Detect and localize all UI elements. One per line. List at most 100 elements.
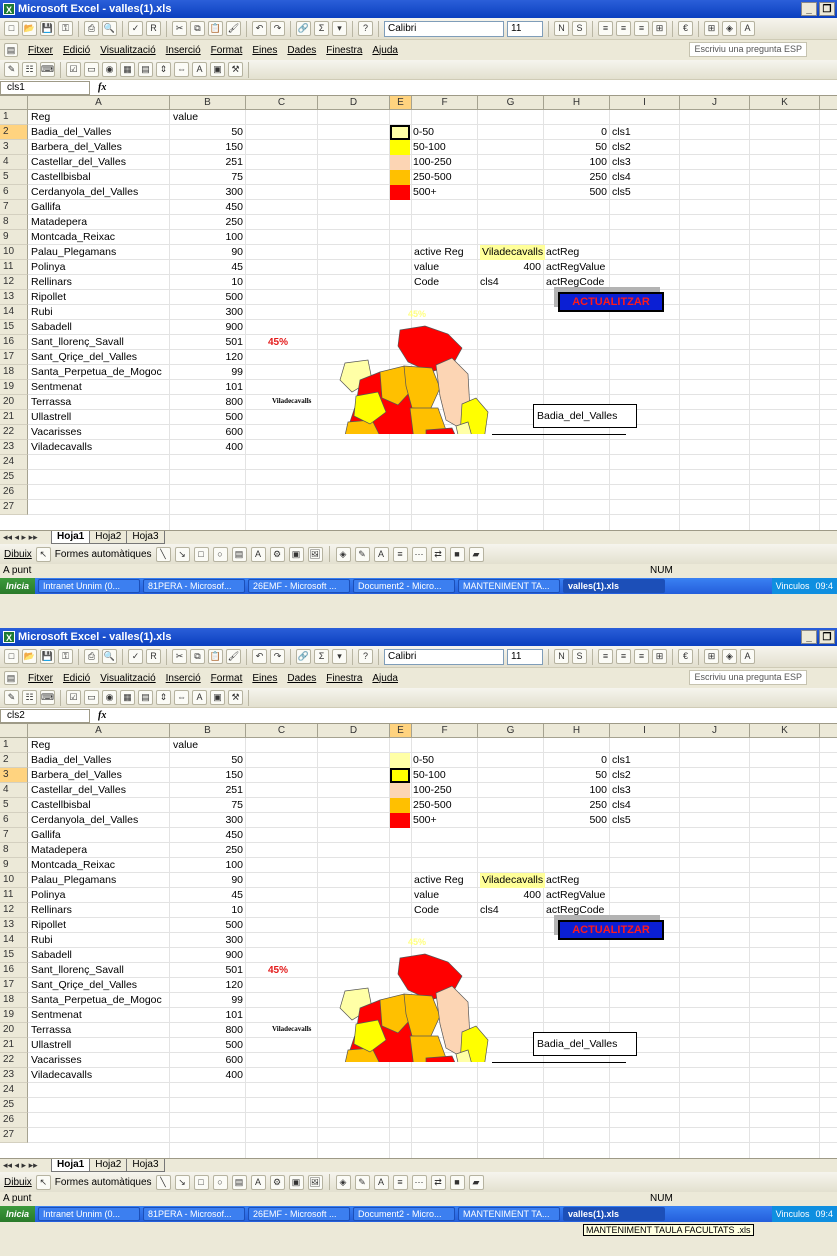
menu-item-inserció[interactable]: Inserció bbox=[166, 45, 201, 56]
legend-class-cell[interactable]: cls3 bbox=[612, 155, 631, 170]
region-value-cell[interactable]: 10 bbox=[170, 903, 246, 918]
region-value-cell[interactable]: 400 bbox=[170, 440, 246, 455]
arrow-style-icon[interactable]: ⇄ bbox=[430, 1174, 446, 1190]
align-center-icon[interactable]: ≡ bbox=[616, 21, 631, 36]
checkbox-control-icon[interactable]: ☑ bbox=[66, 690, 81, 705]
shadow-icon[interactable]: ■ bbox=[449, 1174, 465, 1190]
region-value-cell[interactable]: 50 bbox=[170, 125, 246, 140]
worksheet-grid[interactable]: ABCDEFGHIJKL1234567891011121314151617181… bbox=[0, 96, 837, 530]
tray-links[interactable]: Vinculos bbox=[776, 581, 810, 591]
region-name-cell[interactable]: Santa_Perpetua_de_Mogoc bbox=[31, 993, 162, 1008]
borders-icon[interactable]: ⊞ bbox=[704, 649, 719, 664]
menu-item-edició[interactable]: Edició bbox=[63, 45, 90, 56]
legend-class-cell[interactable]: cls1 bbox=[612, 125, 631, 140]
header-reg[interactable]: Reg bbox=[31, 738, 50, 753]
active-value-name[interactable]: actRegValue bbox=[546, 260, 605, 275]
taskbar-item[interactable]: valles(1).xls bbox=[563, 1207, 666, 1221]
start-button[interactable]: Inicia bbox=[0, 1206, 36, 1222]
region-name-cell[interactable]: Viladecavalls bbox=[31, 440, 92, 455]
region-name-cell[interactable]: Castellar_del_Valles bbox=[31, 783, 126, 798]
region-value-cell[interactable]: 100 bbox=[170, 230, 246, 245]
region-name-cell[interactable]: Gallifa bbox=[31, 200, 61, 215]
region-name-cell[interactable]: Terrassa bbox=[31, 395, 71, 410]
legend-range-cell[interactable]: 250-500 bbox=[413, 170, 452, 185]
oval-icon[interactable]: ○ bbox=[212, 546, 228, 562]
active-code-label[interactable]: Code bbox=[414, 275, 439, 290]
region-name-cell[interactable]: Badia_del_Valles bbox=[31, 753, 111, 768]
region-name-cell[interactable]: Terrassa bbox=[31, 1023, 71, 1038]
map-region-yellow-right[interactable] bbox=[459, 1025, 489, 1062]
merge-icon[interactable]: ⊞ bbox=[652, 21, 667, 36]
help-icon[interactable]: ? bbox=[358, 649, 373, 664]
legend-min-cell[interactable]: 0 bbox=[544, 125, 610, 140]
design-mode-icon[interactable]: ✎ bbox=[4, 62, 19, 77]
legend-range-cell[interactable]: 100-250 bbox=[413, 155, 452, 170]
row-header-7[interactable]: 7 bbox=[0, 828, 28, 843]
legend-min-cell[interactable]: 100 bbox=[544, 155, 610, 170]
checkbox-control-icon[interactable]: ☑ bbox=[66, 62, 81, 77]
region-value-cell[interactable]: 99 bbox=[170, 365, 246, 380]
autosum-icon[interactable]: Σ bbox=[314, 21, 329, 36]
region-name-cell[interactable]: Sabadell bbox=[31, 320, 72, 335]
row-header-25[interactable]: 25 bbox=[0, 1098, 28, 1113]
menu-item-edició[interactable]: Edició bbox=[63, 673, 90, 684]
row-header-10[interactable]: 10 bbox=[0, 245, 28, 260]
textbox-control-icon[interactable]: ▭ bbox=[84, 62, 99, 77]
row-header-3[interactable]: 3 bbox=[0, 768, 28, 783]
menu-item-finestra[interactable]: Finestra bbox=[326, 45, 362, 56]
region-value-cell[interactable]: 900 bbox=[170, 320, 246, 335]
undo-icon[interactable]: ↶ bbox=[252, 21, 267, 36]
research-icon[interactable]: R bbox=[146, 649, 161, 664]
save-icon[interactable]: 💾 bbox=[40, 649, 55, 664]
row-header-21[interactable]: 21 bbox=[0, 1038, 28, 1053]
column-header-f[interactable]: F bbox=[412, 724, 478, 738]
font-color-icon[interactable]: A bbox=[740, 21, 755, 36]
header-reg[interactable]: Reg bbox=[31, 110, 50, 125]
legend-min-cell[interactable]: 500 bbox=[544, 185, 610, 200]
legend-swatch-cls4[interactable] bbox=[390, 798, 410, 813]
map-region-orange-west[interactable] bbox=[344, 1047, 382, 1062]
align-left-icon[interactable]: ≡ bbox=[598, 21, 613, 36]
row-header-14[interactable]: 14 bbox=[0, 933, 28, 948]
column-header-b[interactable]: B bbox=[170, 96, 246, 110]
active-reg-label[interactable]: active Reg bbox=[414, 873, 464, 888]
menu-item-eines[interactable]: Eines bbox=[252, 673, 277, 684]
region-name-cell[interactable]: Sentmenat bbox=[31, 380, 82, 395]
region-value-cell[interactable]: 90 bbox=[170, 245, 246, 260]
map-region-orange-2[interactable] bbox=[403, 365, 441, 411]
region-name-cell[interactable]: Rellinars bbox=[31, 903, 72, 918]
region-callout[interactable]: Badia_del_Valles bbox=[533, 1032, 637, 1056]
arrow-icon[interactable]: ↘ bbox=[174, 1174, 190, 1190]
region-value-cell[interactable]: 300 bbox=[170, 185, 246, 200]
sheet-tab-hoja3[interactable]: Hoja3 bbox=[126, 531, 165, 544]
column-header-d[interactable]: D bbox=[318, 96, 390, 110]
row-header-12[interactable]: 12 bbox=[0, 275, 28, 290]
row-header-12[interactable]: 12 bbox=[0, 903, 28, 918]
row-header-8[interactable]: 8 bbox=[0, 215, 28, 230]
label-control-icon[interactable]: A bbox=[192, 690, 207, 705]
line-style-icon[interactable]: ≡ bbox=[392, 546, 408, 562]
underline-icon[interactable]: S bbox=[572, 21, 587, 36]
map-region-orange-center[interactable] bbox=[409, 1035, 447, 1062]
header-value[interactable]: value bbox=[173, 110, 198, 125]
taskbar-item[interactable]: 81PERA - Microsof... bbox=[143, 1207, 246, 1221]
region-name-cell[interactable]: Sabadell bbox=[31, 948, 72, 963]
row-header-15[interactable]: 15 bbox=[0, 948, 28, 963]
legend-swatch-cls5[interactable] bbox=[390, 185, 410, 200]
row-header-3[interactable]: 3 bbox=[0, 140, 28, 155]
active-value-name[interactable]: actRegValue bbox=[546, 888, 605, 903]
region-name-cell[interactable]: Viladecavalls bbox=[31, 1068, 92, 1083]
clipart-icon[interactable]: ▣ bbox=[288, 546, 304, 562]
autosum-dropdown-icon[interactable]: ▾ bbox=[332, 649, 347, 664]
minimize-icon[interactable]: _ bbox=[801, 2, 817, 16]
taskbar-item[interactable]: 81PERA - Microsof... bbox=[143, 579, 246, 593]
listbox-control-icon[interactable]: ▦ bbox=[120, 62, 135, 77]
help-search-box[interactable]: Escriviu una pregunta ESP bbox=[689, 670, 807, 685]
legend-swatch-cls1[interactable] bbox=[390, 125, 410, 140]
menu-item-ajuda[interactable]: Ajuda bbox=[372, 45, 398, 56]
row-header-13[interactable]: 13 bbox=[0, 918, 28, 933]
oval-icon[interactable]: ○ bbox=[212, 1174, 228, 1190]
menu-item-format[interactable]: Format bbox=[211, 45, 243, 56]
3d-icon[interactable]: ▰ bbox=[468, 1174, 484, 1190]
region-value-cell[interactable]: 150 bbox=[170, 140, 246, 155]
